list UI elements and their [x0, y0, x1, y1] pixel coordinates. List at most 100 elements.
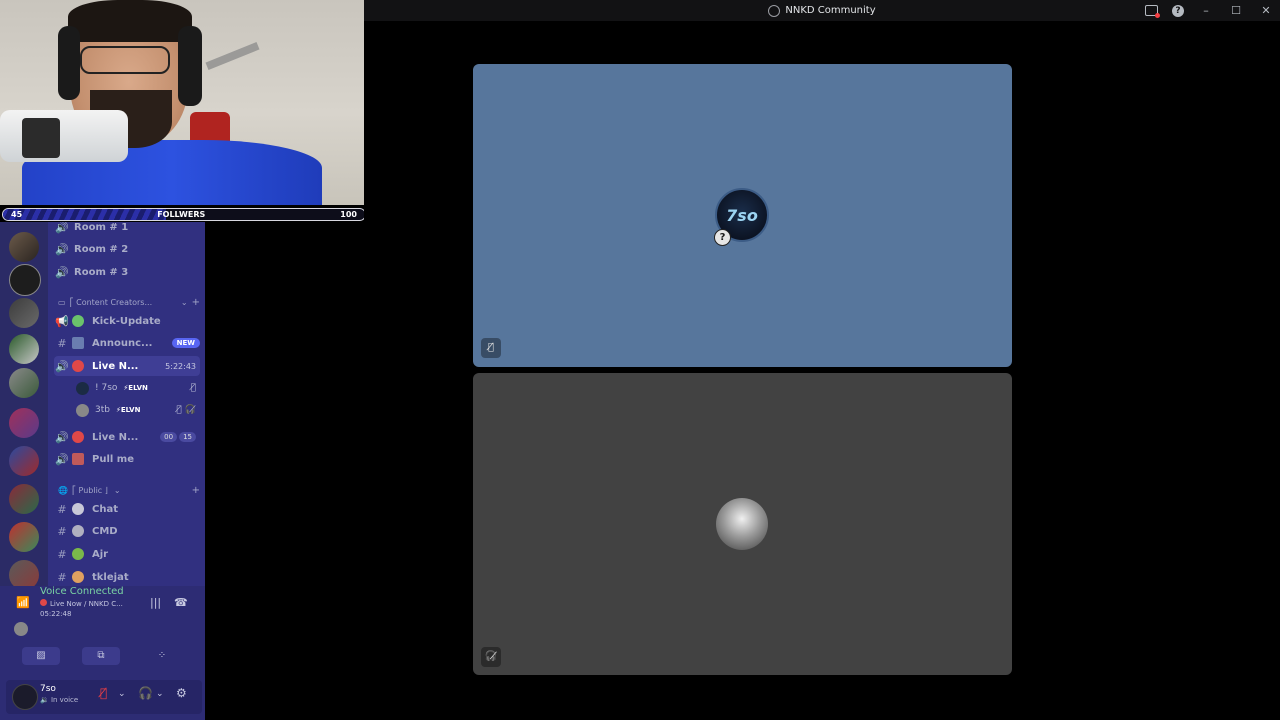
- speaker-icon: 🔊: [55, 359, 69, 373]
- category-content-creators[interactable]: ▭ ⎡ Content Creators... ⌄ +: [58, 294, 200, 310]
- server-icon[interactable]: [9, 232, 39, 262]
- channel-tklejat[interactable]: # tklejat: [54, 567, 200, 586]
- channel-ajr[interactable]: # Ajr: [54, 544, 200, 564]
- server-folder-icon[interactable]: [9, 298, 39, 328]
- microphone-band: [22, 118, 60, 158]
- followers-current: 45: [11, 210, 23, 219]
- red-circle-icon: [40, 599, 47, 606]
- channel-list: 🔊 Room # 1 🔊 Room # 2 🔊 Room # 3 ▭ ⎡ Con…: [48, 222, 205, 586]
- headset-right-icon: [178, 26, 202, 106]
- chevron-down-icon[interactable]: ⌄: [118, 689, 126, 699]
- server-icon[interactable]: [9, 368, 39, 398]
- mute-mic-button[interactable]: 🎙̸: [100, 686, 107, 700]
- voice-status: Voice Connected: [40, 586, 124, 597]
- user-count: 00: [160, 432, 178, 442]
- chevron-down-icon[interactable]: ⌄: [156, 689, 164, 699]
- red-circle-icon: [72, 431, 84, 443]
- camera-off-button[interactable]: ▨: [22, 647, 60, 665]
- channel-label: Kick-Update: [92, 315, 161, 327]
- clan-tag: ⚡ELVN: [123, 384, 148, 392]
- server-folder-icon[interactable]: [9, 446, 39, 476]
- muted-mic-icon: 🎙̸: [190, 383, 196, 393]
- avatar[interactable]: [12, 684, 38, 710]
- channel-voice-room-2[interactable]: 🔊 Room # 2: [54, 239, 200, 259]
- speech-bubble-icon: [72, 503, 84, 515]
- add-channel-icon[interactable]: +: [192, 485, 200, 496]
- megaphone-icon: 📢: [55, 314, 69, 328]
- camera-off-icon: ▨: [36, 650, 46, 661]
- voice-channel-name: Live Now / NNKD C...: [50, 600, 123, 608]
- webcam-overlay: [0, 0, 364, 205]
- server-folder-icon[interactable]: [9, 484, 39, 514]
- speaker-icon: 🔊: [55, 430, 69, 444]
- activities-icon: ⁘: [157, 650, 167, 661]
- headphones-button[interactable]: 🎧: [138, 686, 153, 700]
- hash-icon: #: [57, 570, 67, 584]
- server-folder-icon[interactable]: [9, 408, 39, 438]
- voice-user-3tb[interactable]: 3tb ⚡ELVN 🎙̸ 🎧̸: [76, 401, 196, 419]
- channel-announcements[interactable]: # Announc... NEW: [54, 333, 200, 353]
- category-label: ⎡ Content Creators...: [69, 297, 153, 307]
- gear-icon: [72, 525, 84, 537]
- avatar: [76, 403, 89, 417]
- add-channel-icon[interactable]: +: [192, 297, 200, 308]
- noise-suppression-icon[interactable]: |||: [150, 596, 161, 609]
- server-icon[interactable]: [9, 264, 41, 296]
- microphone-icon: [0, 110, 128, 162]
- voice-user-name: 3tb: [95, 405, 110, 415]
- channel-timer: 5:22:43: [165, 361, 196, 371]
- chevron-down-icon[interactable]: ⌄: [114, 486, 121, 495]
- server-folder-icon[interactable]: [9, 334, 39, 364]
- screen-share-button[interactable]: ⧉: [82, 647, 120, 665]
- avatar: [716, 498, 768, 550]
- disconnect-icon[interactable]: ☎: [174, 596, 188, 609]
- channel-voice-room-1[interactable]: 🔊 Room # 1: [54, 222, 200, 237]
- minimize-button[interactable]: –: [1198, 4, 1214, 17]
- hash-icon: #: [57, 502, 67, 516]
- server-folder-icon[interactable]: [9, 522, 39, 552]
- newspaper-icon: [72, 337, 84, 349]
- speaker-icon: 🔊: [55, 242, 69, 256]
- voice-user-7so[interactable]: ! 7so ⚡ELVN 🎙̸: [76, 379, 196, 397]
- folder-icon: ▭: [58, 297, 66, 307]
- channel-label: Pull me: [92, 453, 134, 465]
- channel-label: Chat: [92, 503, 118, 515]
- gear-icon[interactable]: ⚙: [176, 686, 187, 700]
- maximize-button[interactable]: ☐: [1228, 4, 1244, 17]
- channel-label: tklejat: [92, 571, 129, 583]
- channel-live-now-2[interactable]: 🔊 Live N... 00 15: [54, 427, 200, 447]
- voice-channel-link[interactable]: Live Now / NNKD C...: [40, 599, 123, 608]
- green-circle-icon: [72, 315, 84, 327]
- avatar-text: 7so: [726, 205, 758, 225]
- server-list: [0, 222, 48, 586]
- deafened-icon: 🎧̸: [184, 405, 196, 415]
- activities-button[interactable]: ⁘: [143, 647, 181, 665]
- avatar: [76, 381, 89, 395]
- channel-live-now-active[interactable]: 🔊 Live N... 5:22:43: [54, 356, 200, 376]
- hand-icon: [72, 571, 84, 583]
- hash-icon: #: [57, 547, 67, 561]
- channel-kick-update[interactable]: 📢 Kick-Update: [54, 311, 200, 331]
- inbox-icon[interactable]: [1145, 5, 1160, 18]
- channel-chat[interactable]: # Chat: [54, 499, 200, 519]
- channel-voice-room-3[interactable]: 🔊 Room # 3: [54, 262, 200, 282]
- user-status-text: In voice: [50, 696, 79, 704]
- speaker-icon: 🔊: [55, 222, 69, 234]
- channel-cmd[interactable]: # CMD: [54, 521, 200, 541]
- user-status: 🔉 In voice: [40, 696, 78, 704]
- window-titlebar: NNKD Community ? – ☐ ✕: [364, 0, 1280, 21]
- titlebar-controls: ? – ☐ ✕: [1145, 0, 1274, 21]
- help-icon[interactable]: ?: [1172, 4, 1184, 17]
- close-button[interactable]: ✕: [1258, 4, 1274, 17]
- server-folder-icon[interactable]: [9, 560, 39, 586]
- webcam-person-hair: [68, 0, 192, 42]
- category-public[interactable]: 🌐 ⎡ Public ⌋ ⌄ +: [58, 482, 200, 498]
- user-name: 7so: [40, 684, 56, 694]
- chevron-down-icon[interactable]: ⌄: [181, 298, 188, 307]
- channel-pull-me[interactable]: 🔊 Pull me: [54, 449, 200, 469]
- speaker-icon: 🔊: [55, 452, 69, 466]
- signal-icon[interactable]: 📶: [16, 596, 30, 609]
- channel-label: Live N...: [92, 431, 139, 443]
- ladder-icon: [72, 453, 84, 465]
- clan-tag: ⚡ELVN: [115, 406, 141, 414]
